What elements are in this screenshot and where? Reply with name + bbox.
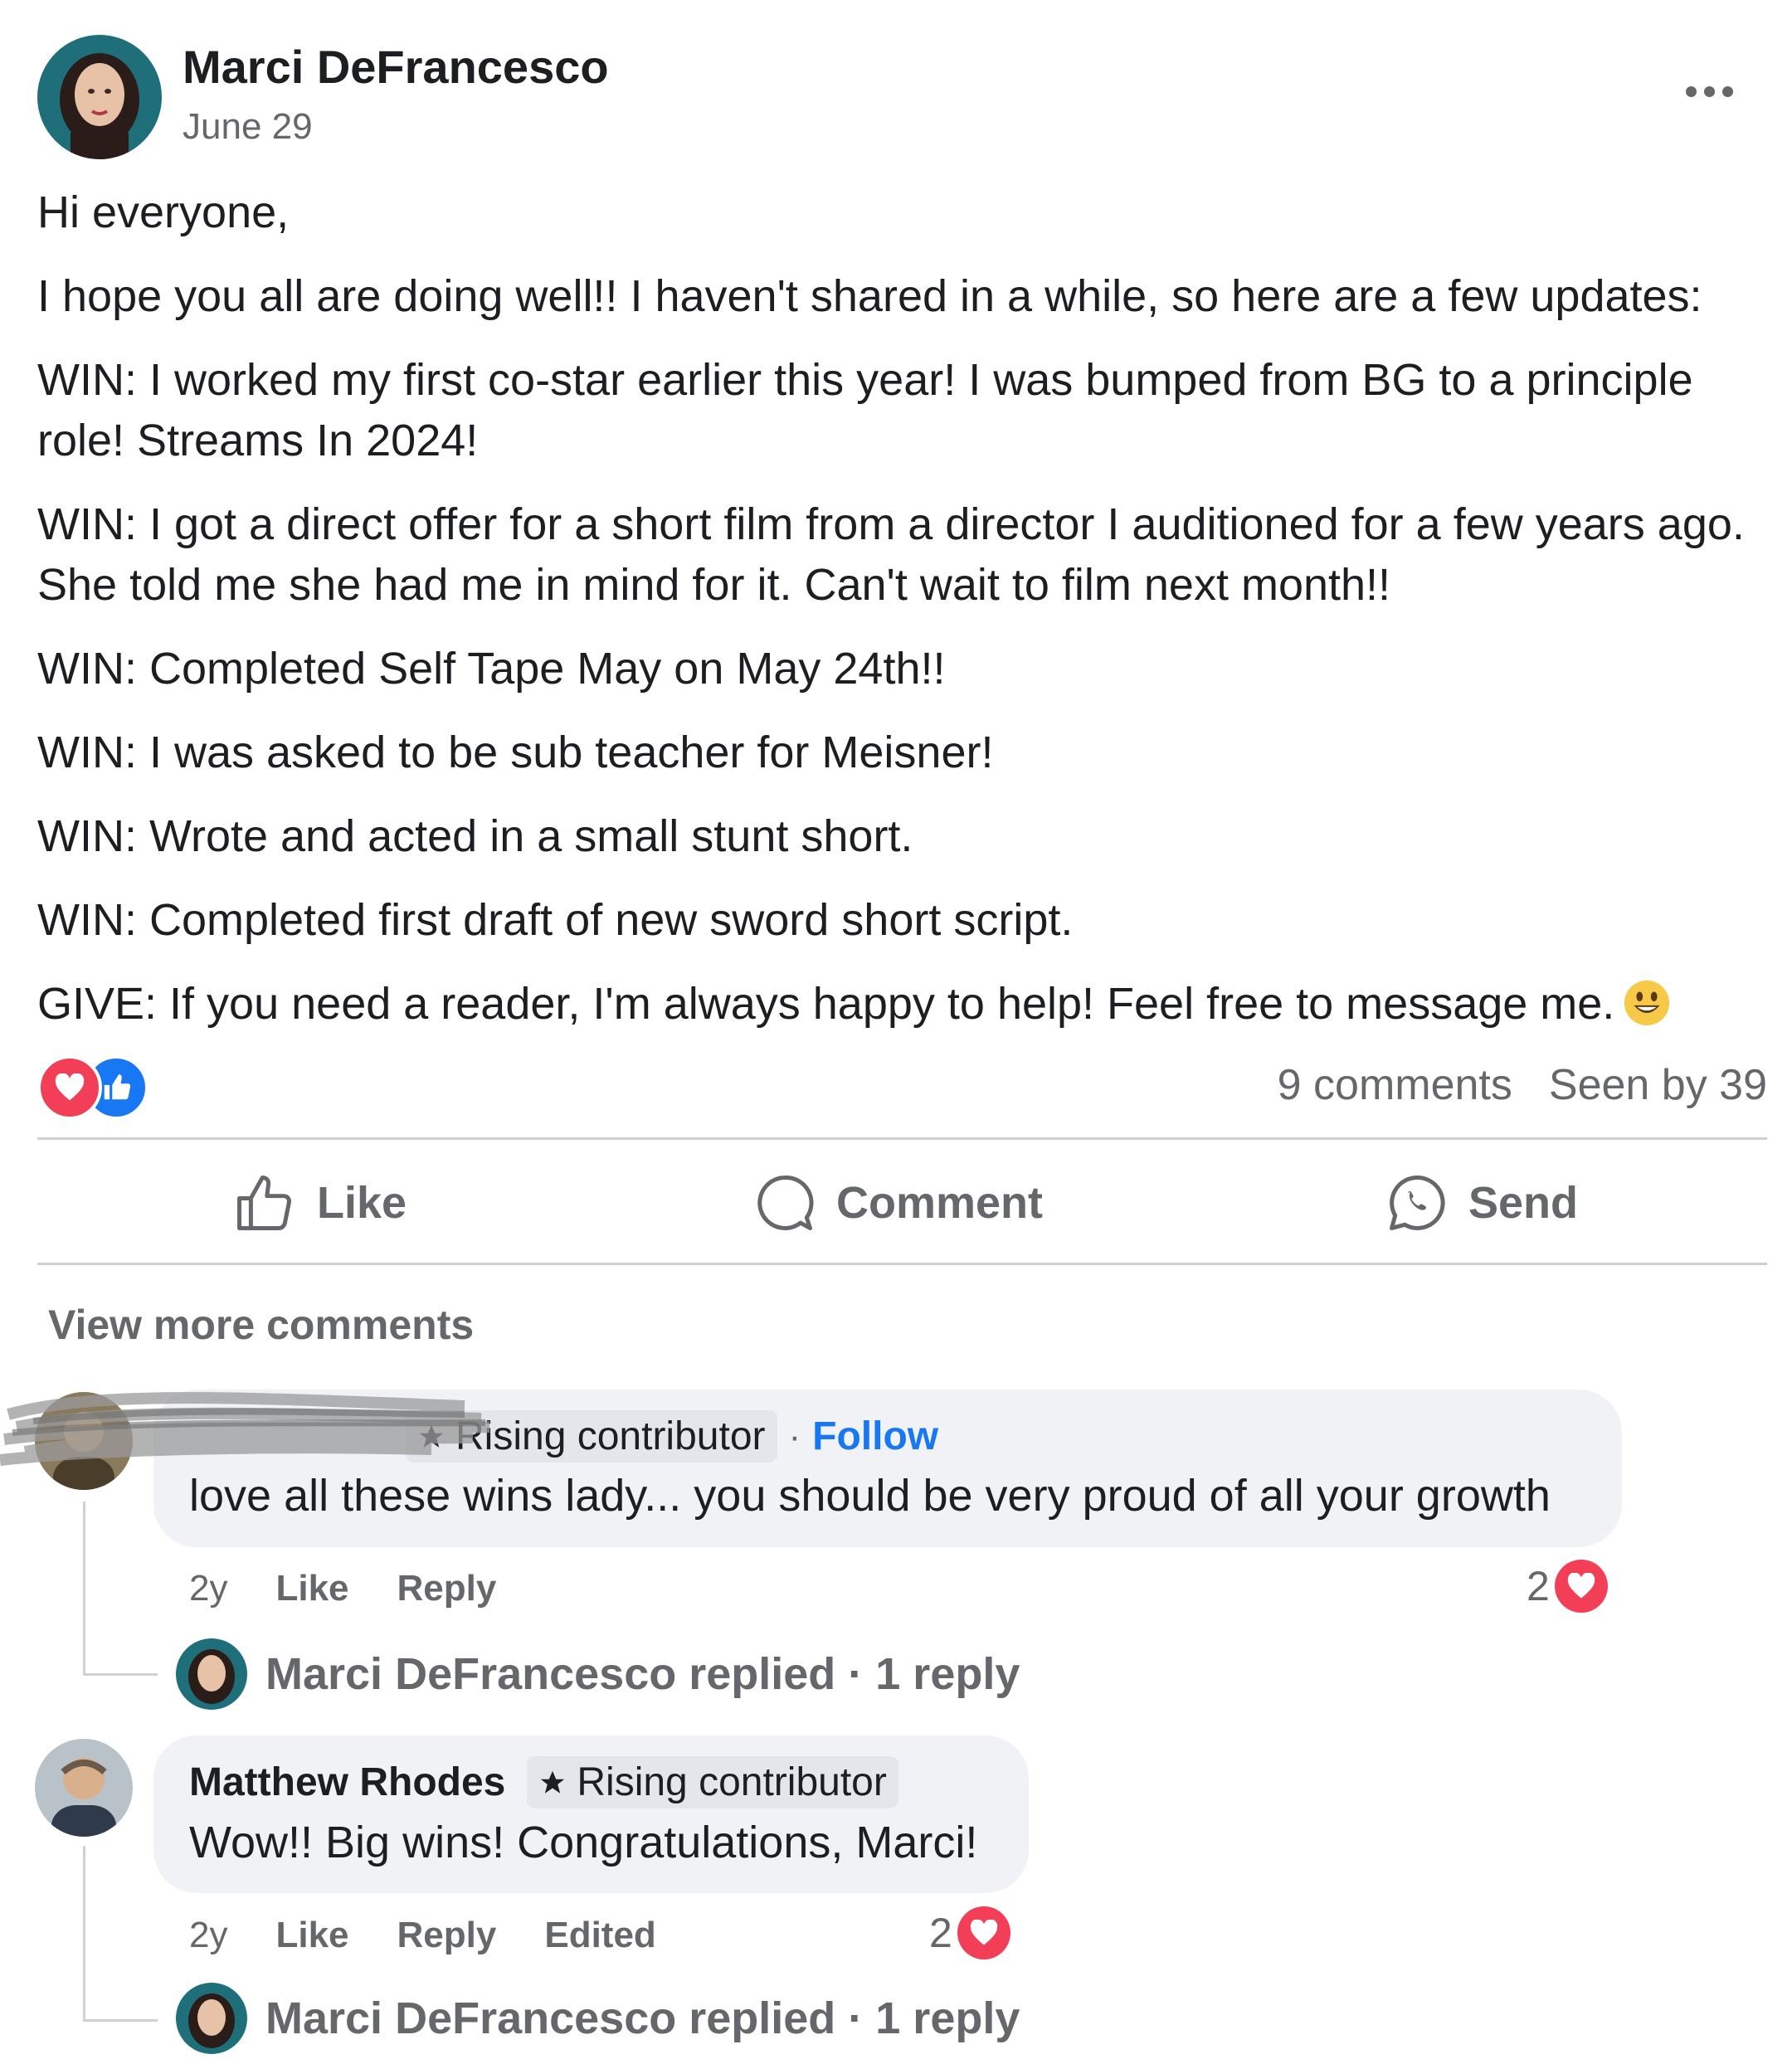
badge-label: Rising contributor bbox=[455, 1414, 766, 1458]
divider bbox=[37, 1263, 1767, 1265]
view-more-comments[interactable]: View more comments bbox=[48, 1301, 474, 1349]
comment-label: Comment bbox=[836, 1178, 1044, 1228]
comment-meta: 2y Like Reply Edited bbox=[189, 1915, 656, 1956]
replies-label: Marci DeFrancesco replied · 1 reply bbox=[265, 1993, 1020, 2043]
reply-avatar bbox=[176, 1638, 247, 1710]
more-dot-icon bbox=[1685, 85, 1697, 97]
comment-header: Matthew Rhodes Rising contributor bbox=[189, 1756, 898, 1808]
post-paragraph: WIN: Completed first draft of new sword … bbox=[37, 895, 1074, 945]
seen-by[interactable]: Seen by 39 bbox=[1549, 1061, 1767, 1109]
divider bbox=[37, 1137, 1767, 1140]
comment-reaction-count: 2 bbox=[1527, 1563, 1550, 1609]
send-button[interactable]: Send bbox=[1387, 1161, 1578, 1244]
comment-time[interactable]: 2y bbox=[189, 1915, 227, 1956]
comment-text: love all these wins lady... you should b… bbox=[189, 1471, 1551, 1521]
comment-reply-button[interactable]: Reply bbox=[397, 1568, 497, 1609]
follow-separator: · bbox=[788, 1415, 801, 1457]
love-reaction-icon bbox=[37, 1055, 102, 1120]
rising-contributor-badge: Rising contributor bbox=[527, 1756, 898, 1808]
heart-reaction-icon bbox=[957, 1906, 1010, 1959]
send-label: Send bbox=[1468, 1178, 1579, 1228]
post-stats: 9 comments Seen by 39 bbox=[1241, 1060, 1767, 1110]
post-paragraph: WIN: Completed Self Tape May on May 24th… bbox=[37, 644, 946, 694]
like-button[interactable]: Like bbox=[234, 1161, 407, 1244]
smiley-emoji-icon bbox=[1624, 980, 1670, 1026]
comment-reply-button[interactable]: Reply bbox=[397, 1915, 497, 1956]
comment-reaction[interactable]: 2 bbox=[1527, 1560, 1608, 1613]
post-date[interactable]: June 29 bbox=[183, 106, 313, 148]
author-avatar[interactable] bbox=[37, 35, 162, 159]
commenter-name[interactable]: Matthew Rhodes bbox=[189, 1760, 505, 1805]
badge-label: Rising contributor bbox=[577, 1760, 887, 1804]
comment-button[interactable]: Comment bbox=[755, 1161, 1043, 1244]
author-name[interactable]: Marci DeFrancesco bbox=[183, 40, 609, 94]
thumbs-up-icon bbox=[237, 1176, 291, 1230]
comment-reaction[interactable]: 2 bbox=[929, 1906, 1010, 1959]
more-dot-icon bbox=[1703, 85, 1715, 97]
star-icon bbox=[541, 1770, 565, 1794]
thread-line bbox=[83, 1673, 158, 1676]
commenter-avatar[interactable] bbox=[35, 1739, 133, 1837]
comment-text: Wow!! Big wins! Congratulations, Marci! bbox=[189, 1818, 978, 1867]
replies-link[interactable]: Marci DeFrancesco replied · 1 reply bbox=[176, 1638, 1020, 1710]
follow-button[interactable]: Follow bbox=[812, 1414, 938, 1459]
comment-like-button[interactable]: Like bbox=[275, 1568, 348, 1609]
post-paragraph: Hi everyone, bbox=[37, 187, 290, 237]
post-paragraph: WIN: I got a direct offer for a short fi… bbox=[37, 499, 1745, 610]
comment-reaction-count: 2 bbox=[929, 1910, 952, 1956]
post-paragraph: I hope you all are doing well!! I haven'… bbox=[37, 271, 1702, 321]
more-options-button[interactable] bbox=[1676, 71, 1742, 112]
comment-time[interactable]: 2y bbox=[189, 1568, 227, 1609]
thread-line bbox=[83, 1502, 85, 1676]
comment-like-button[interactable]: Like bbox=[275, 1915, 348, 1956]
thread-line bbox=[83, 2019, 158, 2022]
replies-label: Marci DeFrancesco replied · 1 reply bbox=[265, 1649, 1020, 1699]
post-paragraph-text: GIVE: If you need a reader, I'm always h… bbox=[37, 979, 1615, 1029]
post-paragraph: WIN: I was asked to be sub teacher for M… bbox=[37, 728, 994, 777]
post-paragraph: WIN: Wrote and acted in a small stunt sh… bbox=[37, 811, 913, 861]
comment-icon bbox=[757, 1176, 814, 1230]
comment-edited-label[interactable]: Edited bbox=[544, 1915, 655, 1956]
like-label: Like bbox=[317, 1178, 407, 1228]
heart-reaction-icon bbox=[1554, 1560, 1608, 1613]
post-paragraph: WIN: I worked my first co-star earlier t… bbox=[37, 355, 1693, 465]
post-body: Hi everyone, I hope you all are doing we… bbox=[37, 183, 1763, 1058]
more-dot-icon bbox=[1721, 85, 1733, 97]
thread-line bbox=[83, 1846, 85, 2022]
post-paragraph-give: GIVE: If you need a reader, I'm always h… bbox=[37, 974, 1763, 1034]
comment-meta: 2y Like Reply bbox=[189, 1568, 496, 1609]
redaction-scribble bbox=[0, 1392, 490, 1466]
replies-link[interactable]: Marci DeFrancesco replied · 1 reply bbox=[176, 1983, 1020, 2054]
reply-avatar bbox=[176, 1983, 247, 2054]
reactions-summary[interactable] bbox=[37, 1055, 153, 1120]
comments-count[interactable]: 9 comments bbox=[1278, 1061, 1512, 1109]
whatsapp-icon bbox=[1390, 1176, 1445, 1230]
